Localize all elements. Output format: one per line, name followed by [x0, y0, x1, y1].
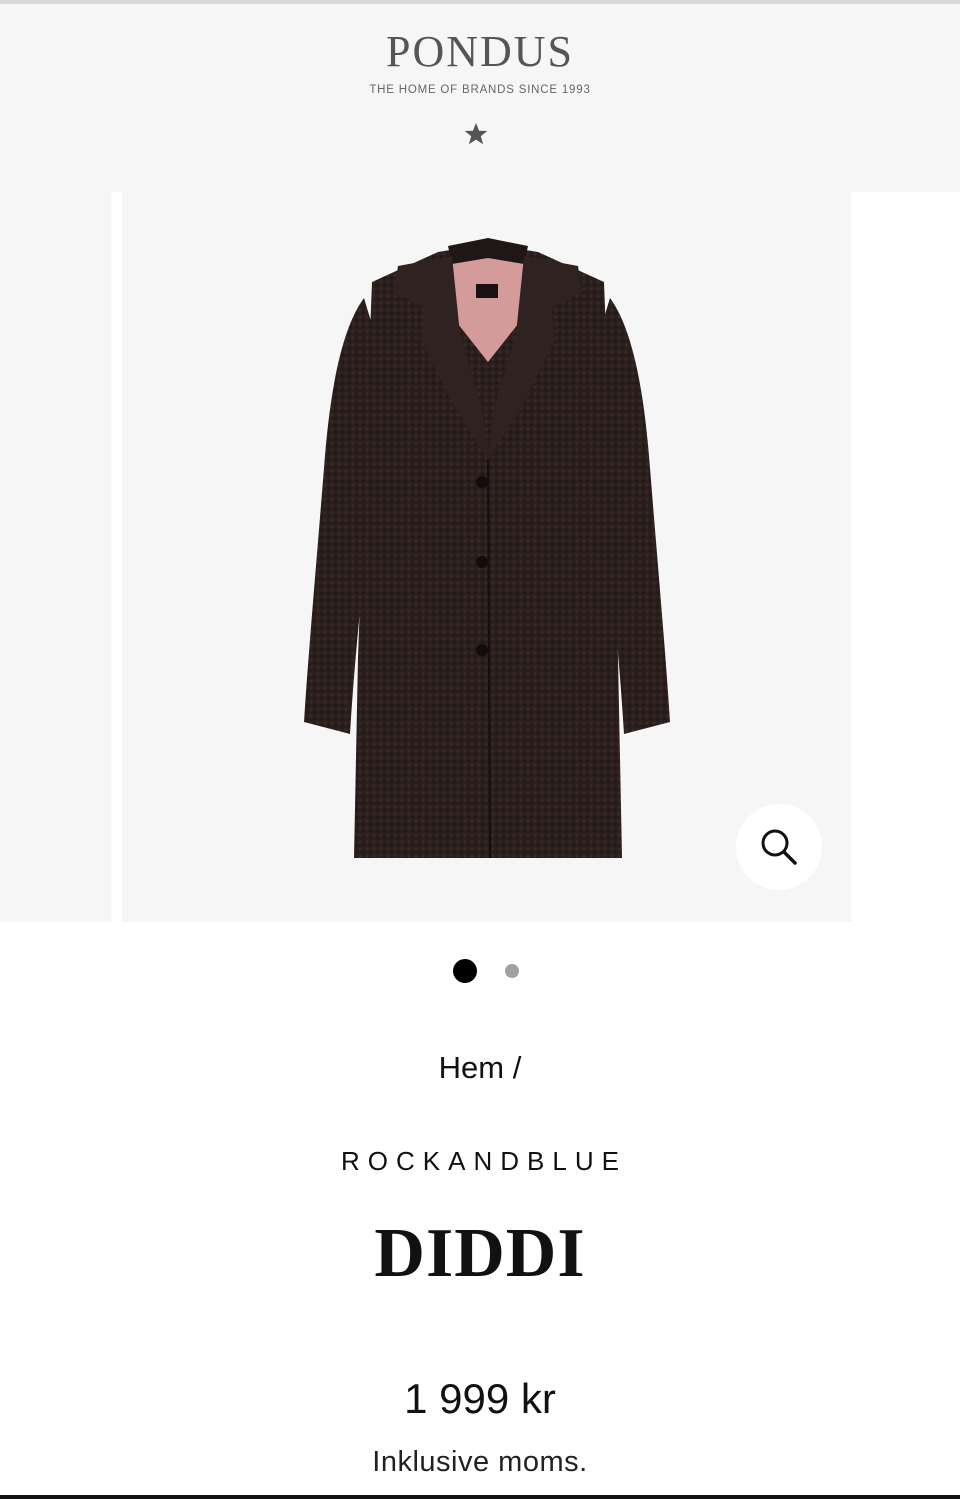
coat-image — [304, 238, 670, 859]
next-slide-peek[interactable] — [851, 192, 960, 922]
carousel-pagination — [0, 958, 960, 984]
site-tagline: THE HOME OF BRANDS SINCE 1993 — [369, 84, 591, 96]
carousel-dot-2[interactable] — [505, 964, 519, 978]
product-image-carousel[interactable] — [0, 192, 960, 922]
product-page: PONDUS THE HOME OF BRANDS SINCE 1993 Hem… — [0, 0, 960, 1499]
breadcrumb-home-link[interactable]: Hem — [439, 1050, 504, 1085]
previous-slide-peek[interactable] — [0, 192, 111, 922]
search-icon — [761, 829, 797, 865]
site-header: PONDUS THE HOME OF BRANDS SINCE 1993 — [0, 4, 960, 192]
vat-note: Inklusive moms. — [372, 1446, 588, 1478]
bottom-border — [0, 1495, 960, 1499]
site-logo[interactable]: PONDUS — [0, 28, 960, 76]
product-brand[interactable]: ROCKANDBLUE — [0, 1144, 960, 1178]
product-title: DIDDI — [374, 1215, 586, 1292]
zoom-button[interactable] — [736, 804, 822, 890]
carousel-dot-1[interactable] — [453, 959, 477, 983]
product-image[interactable] — [122, 192, 851, 922]
breadcrumb-separator: / — [512, 1050, 522, 1085]
star-icon — [464, 122, 488, 145]
product-price: 1 999 kr — [404, 1375, 556, 1422]
breadcrumb: Hem / — [0, 1048, 960, 1088]
